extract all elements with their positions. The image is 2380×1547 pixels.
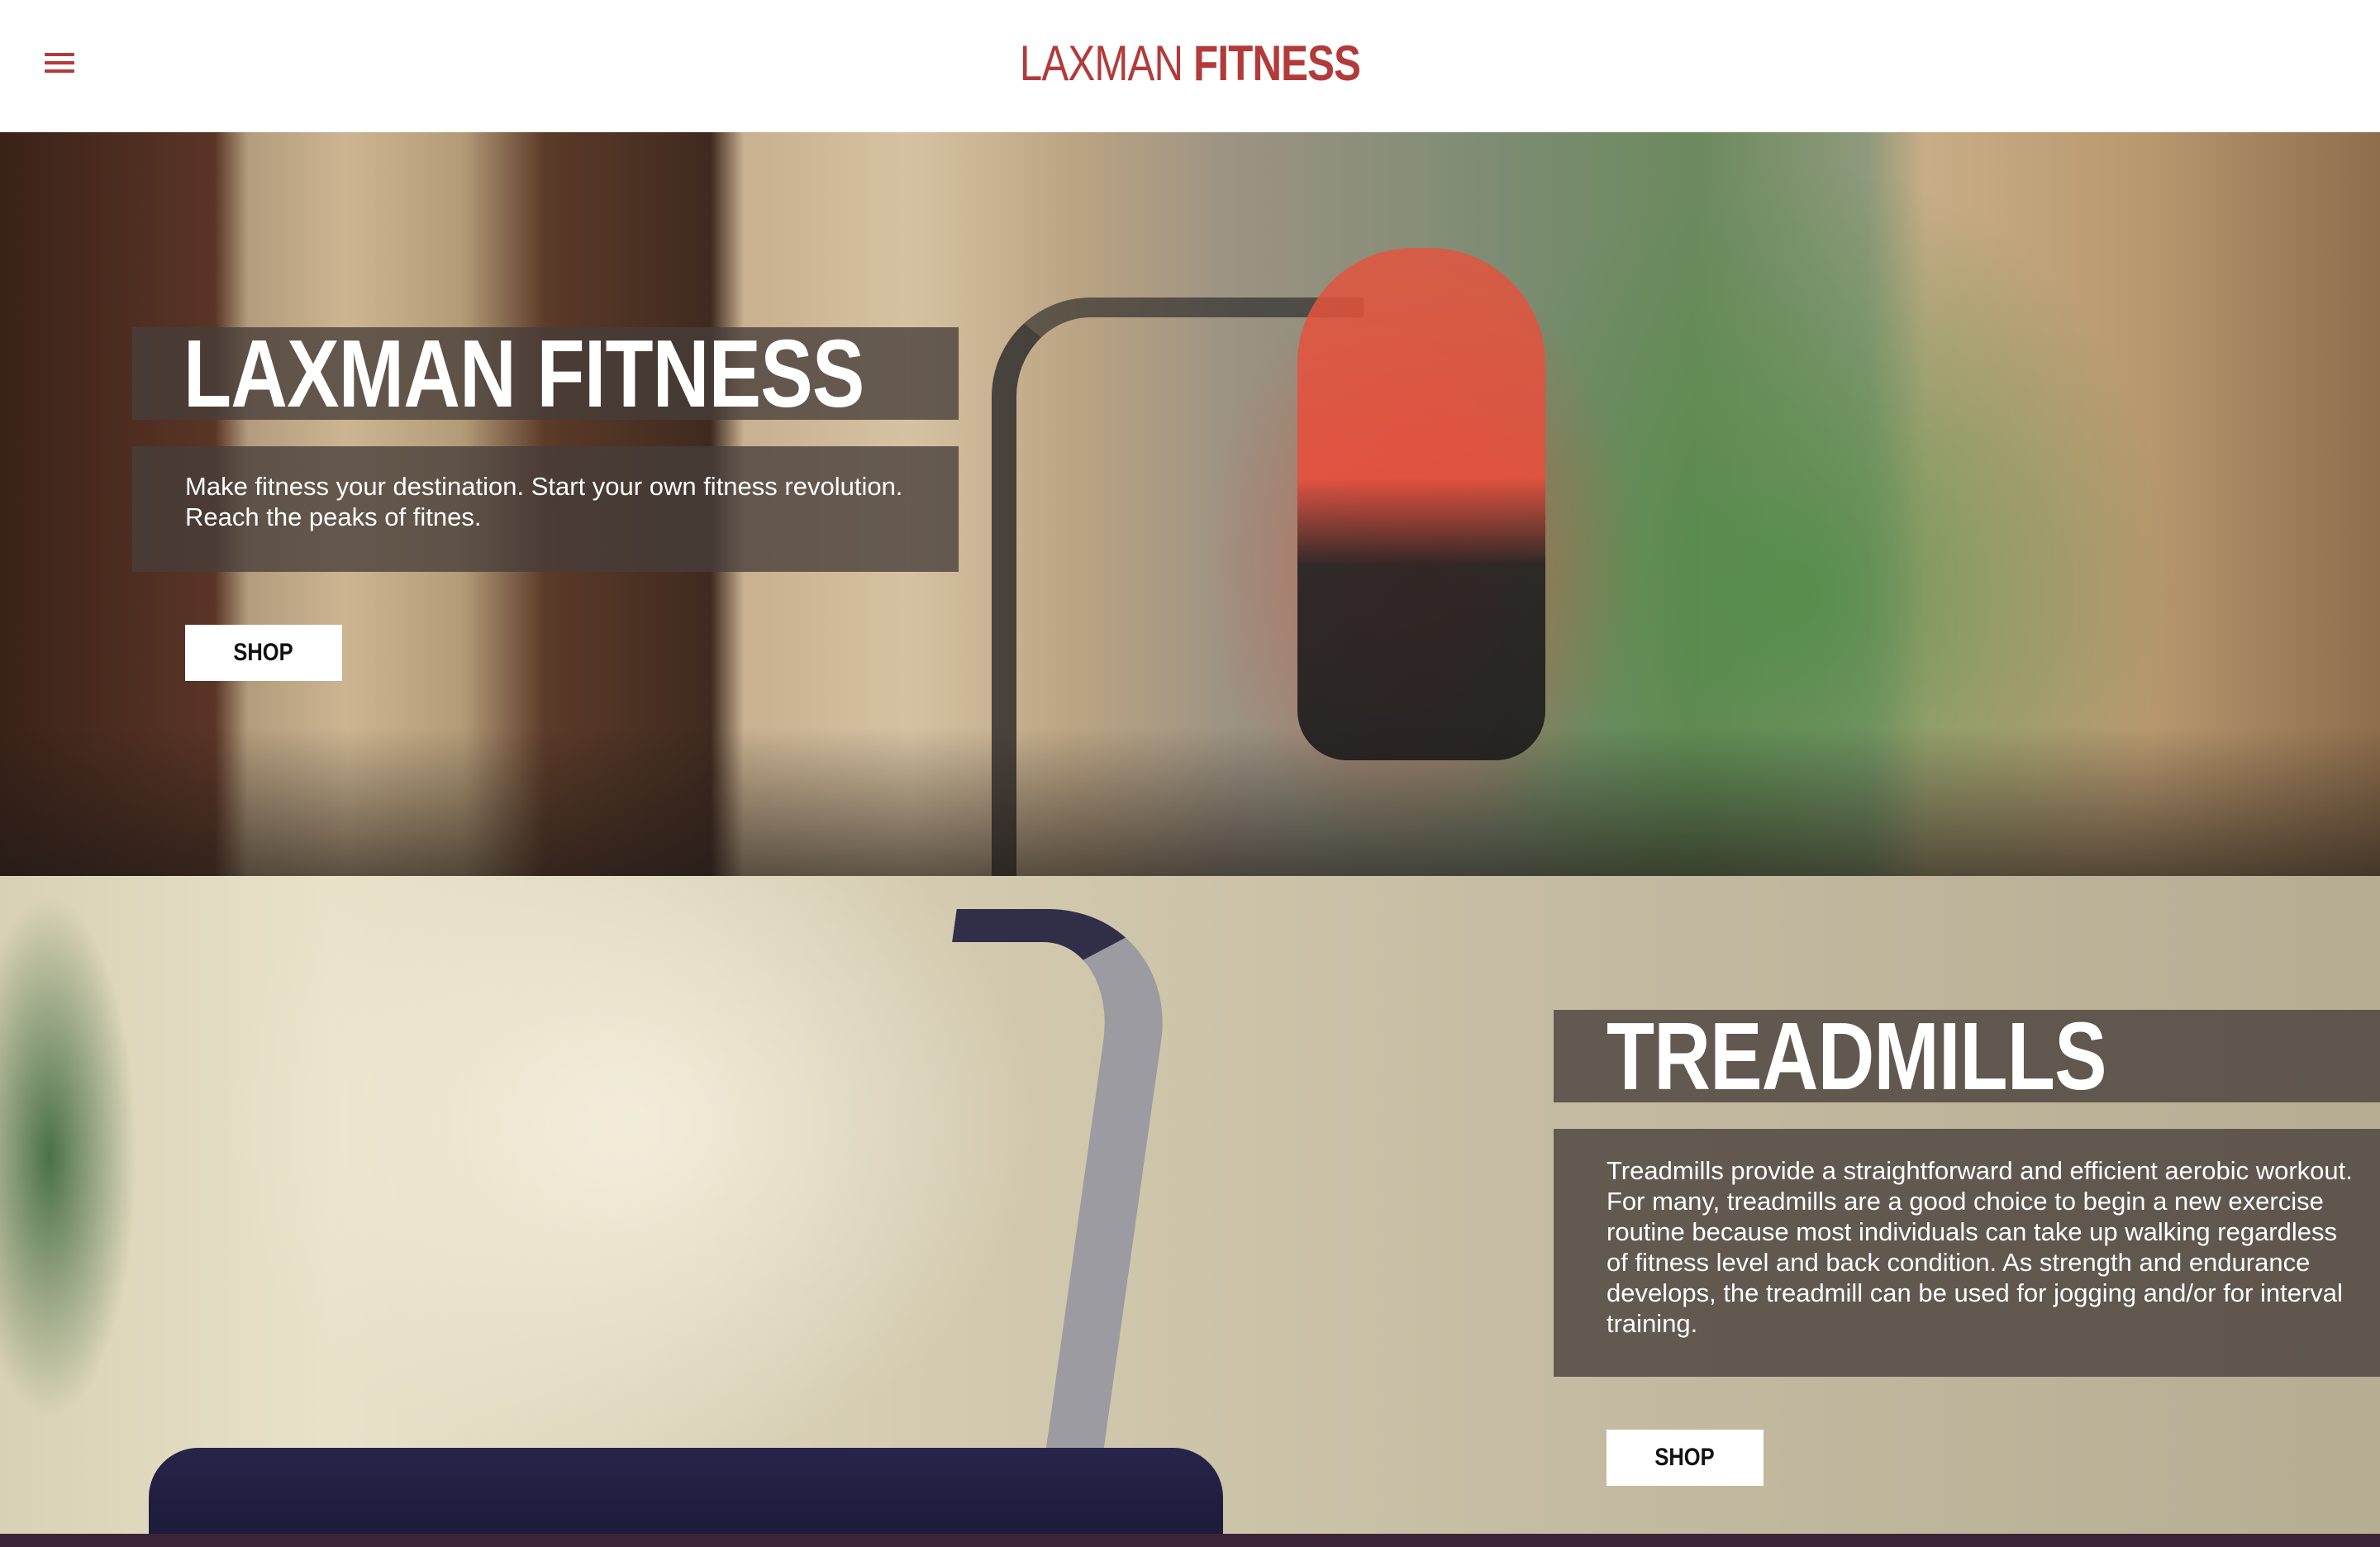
treadmills-title: TREADMILLS (1606, 1002, 2107, 1110)
site-header: LAXMAN FITNESS (0, 0, 2380, 132)
logo-bold-text: FITNESS (1193, 36, 1361, 91)
hero-section: LAXMAN FITNESS Make fitness your destina… (0, 132, 2380, 876)
treadmills-shop-label: SHOP (1654, 1444, 1716, 1471)
floor-strip (0, 1534, 2380, 1547)
hero-title: LAXMAN FITNESS (183, 320, 864, 427)
treadmills-shop-button[interactable]: SHOP (1606, 1430, 1764, 1486)
floor-shadow (0, 727, 2380, 876)
woman-exercising-image (1297, 248, 1545, 760)
hamburger-menu-icon[interactable] (33, 36, 86, 89)
logo-light-text: LAXMAN (1019, 36, 1183, 91)
site-logo[interactable]: LAXMAN FITNESS (214, 35, 2166, 92)
hero-shop-label: SHOP (233, 639, 294, 666)
treadmills-description: Treadmills provide a straightforward and… (1554, 1129, 2380, 1377)
treadmills-title-panel: TREADMILLS (1554, 1002, 2380, 1110)
hero-shop-button[interactable]: SHOP (185, 625, 342, 681)
treadmills-section: TREADMILLS Treadmills provide a straight… (0, 876, 2380, 1547)
hero-description: Make fitness your destination. Start you… (132, 446, 959, 572)
treadmill-base-image (149, 1448, 1223, 1547)
plant-image (0, 876, 165, 1547)
hero-title-panel: LAXMAN FITNESS (132, 320, 959, 427)
